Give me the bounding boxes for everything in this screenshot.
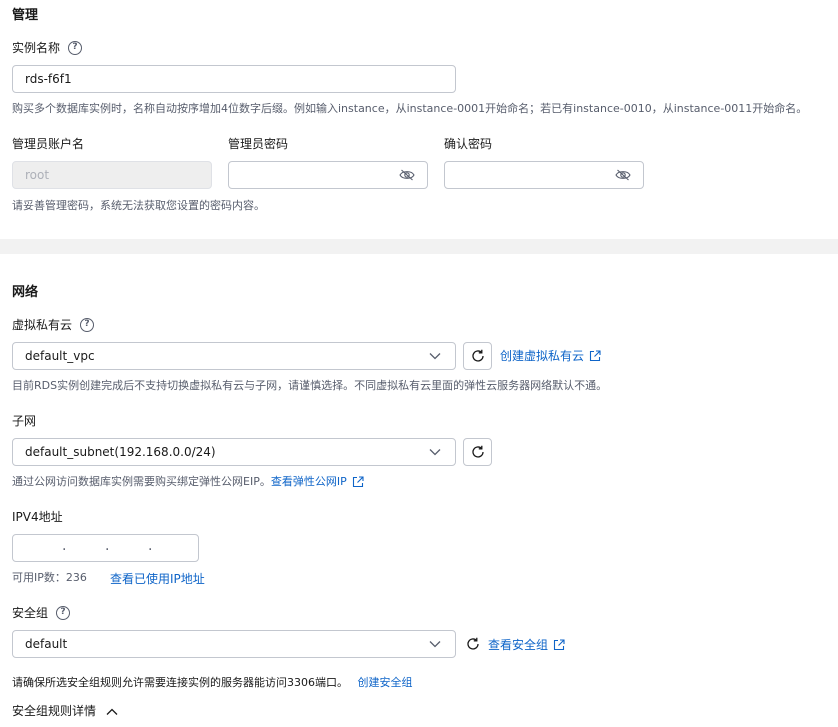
ipv4-label: IPV4地址 — [12, 510, 63, 524]
view-security-group-link-text: 查看安全组 — [488, 638, 549, 652]
chevron-down-icon — [429, 641, 441, 648]
instance-name-label-text: 实例名称 — [12, 41, 61, 55]
section-divider — [0, 239, 838, 254]
view-security-group-link[interactable]: 查看安全组 — [488, 636, 565, 653]
password-hint: 请妥善管理密码，系统无法获取您设置的密码内容。 — [12, 199, 265, 212]
external-link-icon — [589, 349, 601, 361]
available-ip-row: 可用IP数：236 — [12, 570, 87, 586]
network-section-title: 网络 — [12, 285, 39, 300]
external-link-icon — [553, 638, 565, 650]
admin-password-input[interactable] — [228, 161, 428, 189]
question-circle-icon[interactable]: ? — [80, 317, 95, 332]
chevron-down-icon — [429, 353, 441, 360]
ip-separator: · — [62, 542, 67, 558]
subnet-hint-row: 通过公网访问数据库实例需要购买绑定弹性公网EIP。 查看弹性公网IP — [12, 474, 364, 490]
eye-hidden-icon[interactable] — [399, 169, 415, 181]
subnet-hint: 通过公网访问数据库实例需要购买绑定弹性公网EIP。 — [12, 475, 271, 488]
question-circle-icon[interactable]: ? — [56, 605, 71, 620]
create-vpc-link[interactable]: 创建虚拟私有云 — [500, 347, 601, 364]
instance-name-value: rds-f6f1 — [25, 72, 72, 86]
instance-name-hint: 购买多个数据库实例时，名称自动按序增加4位数字后缀。例如输入instance，从… — [12, 102, 808, 115]
refresh-icon — [471, 445, 484, 458]
instance-name-label: 实例名称? — [12, 40, 83, 56]
available-ip-count: 236 — [65, 571, 87, 584]
vpc-hint: 目前RDS实例创建完成后不支持切换虚拟私有云与子网，请谨慎选择。不同虚拟私有云里… — [12, 379, 608, 392]
question-circle-icon[interactable]: ? — [68, 40, 83, 55]
subnet-select-value: default_subnet(192.168.0.0/24) — [25, 445, 216, 459]
security-group-label: 安全组? — [12, 605, 71, 621]
confirm-password-label: 确认密码 — [444, 137, 493, 151]
view-eip-link[interactable]: 查看弹性公网IP — [271, 474, 364, 490]
ipv4-input[interactable]: · · · — [12, 534, 199, 562]
refresh-icon — [471, 349, 484, 362]
vpc-select-value: default_vpc — [25, 349, 95, 363]
view-eip-link-text: 查看弹性公网IP — [270, 475, 347, 488]
security-group-select-value: default — [25, 637, 68, 651]
instance-name-input[interactable]: rds-f6f1 — [12, 65, 456, 93]
ip-separator: · — [148, 542, 153, 558]
vpc-refresh-button[interactable] — [463, 342, 492, 370]
subnet-refresh-button[interactable] — [463, 438, 492, 466]
available-ip-label: 可用IP数： — [12, 571, 66, 584]
admin-password-label: 管理员密码 — [228, 137, 289, 151]
subnet-label: 子网 — [12, 414, 37, 428]
eye-hidden-icon[interactable] — [615, 169, 631, 181]
admin-account-label: 管理员账户名 — [12, 137, 85, 151]
security-group-rules-label: 安全组规则详情 — [12, 704, 97, 718]
admin-account-value: root — [25, 168, 50, 182]
external-link-icon — [352, 476, 364, 488]
confirm-password-input[interactable] — [444, 161, 644, 189]
vpc-label-text: 虚拟私有云 — [12, 318, 73, 332]
chevron-up-icon — [106, 708, 118, 715]
admin-account-input: root — [12, 161, 212, 189]
subnet-select[interactable]: default_subnet(192.168.0.0/24) — [12, 438, 456, 466]
security-group-hint-row: 请确保所选安全组规则允许需要连接实例的服务器能访问3306端口。 创建安全组 — [12, 675, 413, 691]
ip-separator: · — [105, 542, 110, 558]
create-security-group-link[interactable]: 创建安全组 — [358, 675, 413, 691]
refresh-icon[interactable] — [466, 637, 480, 651]
chevron-down-icon — [429, 449, 441, 456]
security-group-label-text: 安全组 — [12, 606, 49, 620]
create-vpc-link-text: 创建虚拟私有云 — [500, 349, 585, 363]
security-group-rules-toggle[interactable]: 安全组规则详情 — [12, 703, 118, 719]
vpc-select[interactable]: default_vpc — [12, 342, 456, 370]
security-group-select[interactable]: default — [12, 630, 456, 658]
vpc-label: 虚拟私有云? — [12, 317, 95, 333]
admin-section-title: 管理 — [12, 8, 39, 23]
view-used-ip-link[interactable]: 查看已使用IP地址 — [110, 570, 205, 587]
security-group-hint: 请确保所选安全组规则允许需要连接实例的服务器能访问3306端口。 — [12, 676, 348, 689]
